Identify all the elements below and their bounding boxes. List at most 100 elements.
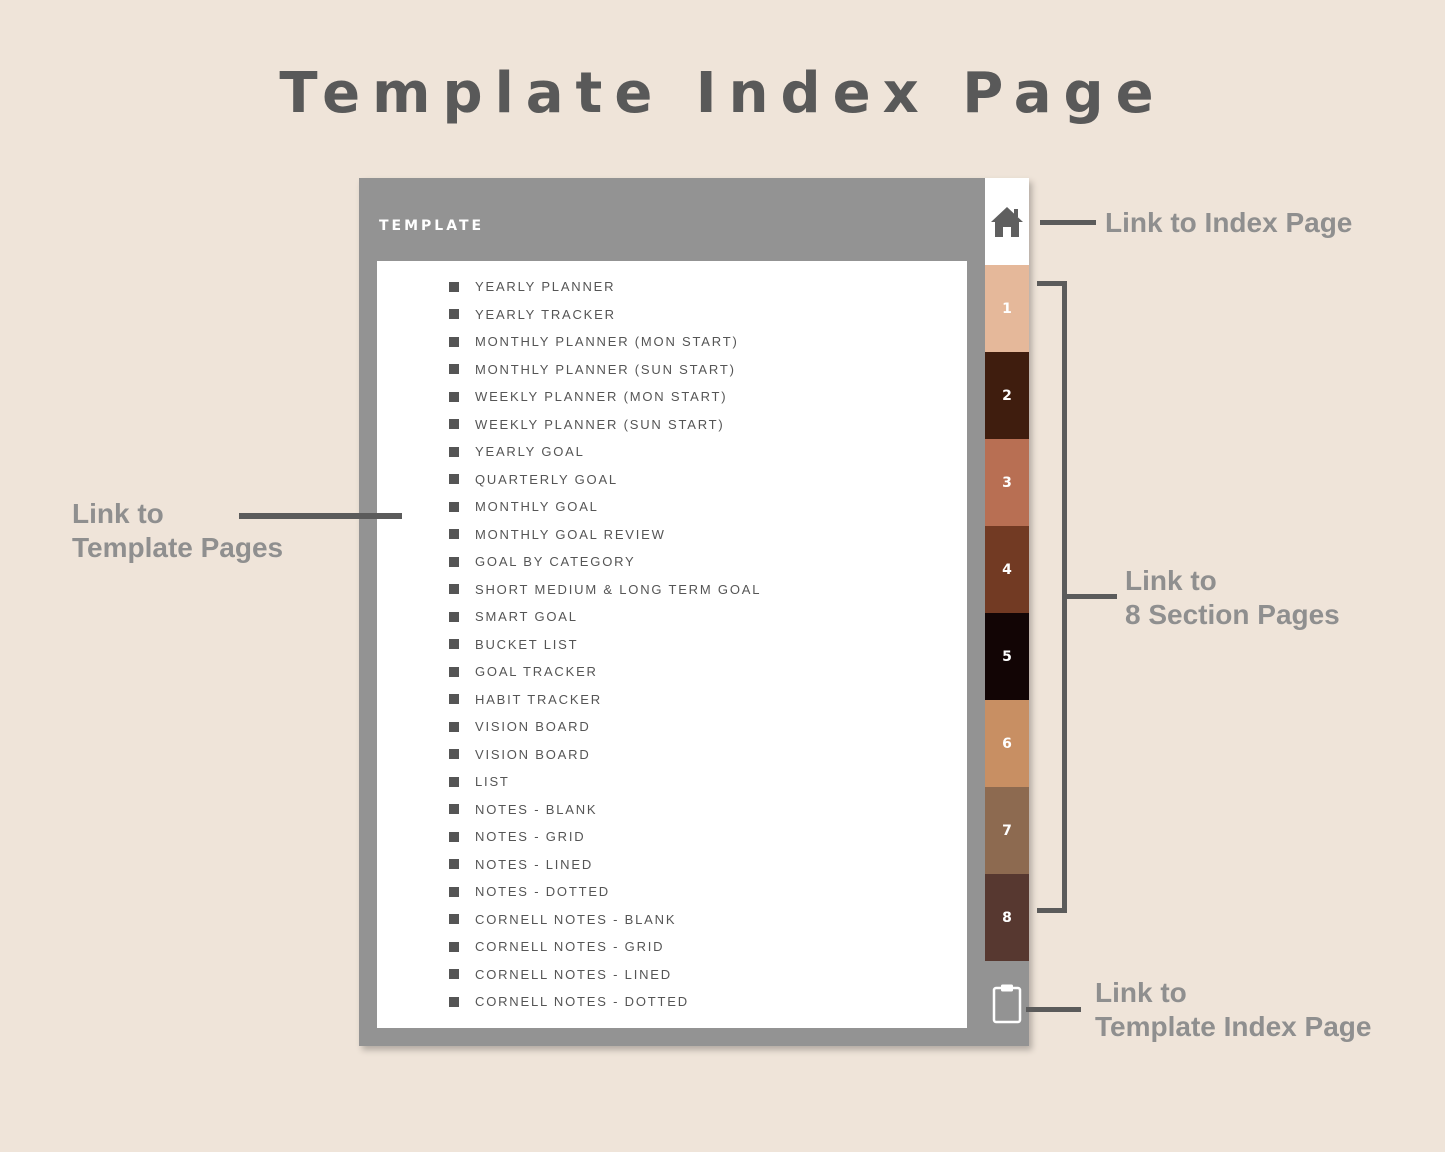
bullet-icon bbox=[449, 446, 459, 457]
panel-title: TEMPLATE bbox=[379, 218, 485, 234]
template-item-label: GOAL BY CATEGORY bbox=[475, 554, 636, 570]
home-tab[interactable] bbox=[985, 178, 1029, 265]
template-item[interactable]: CORNELL NOTES - BLANK bbox=[449, 906, 761, 934]
template-item-label: MONTHLY GOAL bbox=[475, 499, 599, 515]
template-item[interactable]: BUCKET LIST bbox=[449, 631, 761, 659]
template-item-label: CORNELL NOTES - GRID bbox=[475, 939, 665, 955]
template-pages-callout-line2: Template Pages bbox=[72, 532, 284, 563]
template-item-label: MONTHLY PLANNER (MON START) bbox=[475, 334, 739, 350]
bullet-icon bbox=[449, 831, 459, 842]
template-item-label: NOTES - DOTTED bbox=[475, 884, 610, 900]
template-item[interactable]: MONTHLY PLANNER (SUN START) bbox=[449, 356, 761, 384]
template-item[interactable]: NOTES - GRID bbox=[449, 823, 761, 851]
template-item-label: YEARLY PLANNER bbox=[475, 279, 616, 295]
bullet-icon bbox=[449, 501, 459, 512]
bullet-icon bbox=[449, 529, 459, 540]
template-item[interactable]: NOTES - LINED bbox=[449, 851, 761, 879]
template-item-label: MONTHLY GOAL REVIEW bbox=[475, 526, 666, 542]
bullet-icon bbox=[449, 694, 459, 705]
template-item[interactable]: HABIT TRACKER bbox=[449, 686, 761, 714]
bullet-icon bbox=[449, 666, 459, 677]
template-item-label: CORNELL NOTES - LINED bbox=[475, 966, 672, 982]
section-tab-label: 4 bbox=[1002, 561, 1012, 578]
template-item-label: HABIT TRACKER bbox=[475, 691, 602, 707]
bullet-icon bbox=[449, 749, 459, 760]
section-tab-5[interactable]: 5 bbox=[985, 613, 1029, 700]
section-tab-4[interactable]: 4 bbox=[985, 526, 1029, 613]
template-item[interactable]: MONTHLY GOAL bbox=[449, 493, 761, 521]
bullet-icon bbox=[449, 941, 459, 952]
template-item[interactable]: MONTHLY GOAL REVIEW bbox=[449, 521, 761, 549]
template-item-label: SMART GOAL bbox=[475, 609, 578, 625]
template-item-label: GOAL TRACKER bbox=[475, 664, 598, 680]
template-item[interactable]: YEARLY TRACKER bbox=[449, 301, 761, 329]
template-item[interactable]: MONTHLY PLANNER (MON START) bbox=[449, 328, 761, 356]
bullet-icon bbox=[449, 556, 459, 567]
template-item[interactable]: YEARLY GOAL bbox=[449, 438, 761, 466]
template-item[interactable]: NOTES - DOTTED bbox=[449, 878, 761, 906]
template-item-label: MONTHLY PLANNER (SUN START) bbox=[475, 361, 736, 377]
template-list-area: YEARLY PLANNER YEARLY TRACKER MONTHLY PLAN… bbox=[377, 261, 967, 1028]
template-item-label: WEEKLY PLANNER (MON START) bbox=[475, 389, 728, 405]
template-item[interactable]: NOTES - BLANK bbox=[449, 796, 761, 824]
template-index-callout-label: Link to Template Index Page bbox=[1095, 976, 1371, 1044]
template-item-label: YEARLY GOAL bbox=[475, 444, 585, 460]
section-tab-7[interactable]: 7 bbox=[985, 787, 1029, 874]
template-item[interactable]: WEEKLY PLANNER (SUN START) bbox=[449, 411, 761, 439]
page-heading: Template Index Page bbox=[279, 61, 1166, 126]
bullet-icon bbox=[449, 886, 459, 897]
template-item[interactable]: LIST bbox=[449, 768, 761, 796]
index-page-callout-line bbox=[1040, 220, 1096, 225]
template-item-label: CORNELL NOTES - BLANK bbox=[475, 911, 677, 927]
template-pages-callout-line bbox=[239, 513, 402, 519]
index-page-callout-line1: Link to Index Page bbox=[1105, 207, 1353, 238]
section-pages-callout-line2: 8 Section Pages bbox=[1125, 599, 1340, 630]
bullet-icon bbox=[449, 309, 459, 320]
bullet-icon bbox=[449, 336, 459, 347]
template-item[interactable]: SHORT MEDIUM & LONG TERM GOAL bbox=[449, 576, 761, 604]
template-index-callout-line1: Link to bbox=[1095, 977, 1187, 1008]
bullet-icon bbox=[449, 914, 459, 925]
template-item[interactable]: QUARTERLY GOAL bbox=[449, 466, 761, 494]
template-pages-callout-label: Link to Template Pages bbox=[72, 497, 283, 565]
template-index-callout-line bbox=[1026, 1007, 1081, 1012]
index-page-callout-label: Link to Index Page bbox=[1105, 206, 1352, 240]
bullet-icon bbox=[449, 584, 459, 595]
template-item-label: NOTES - BLANK bbox=[475, 801, 598, 817]
template-item[interactable]: GOAL TRACKER bbox=[449, 658, 761, 686]
template-item[interactable]: GOAL BY CATEGORY bbox=[449, 548, 761, 576]
bullet-icon bbox=[449, 611, 459, 622]
template-item-label: BUCKET LIST bbox=[475, 636, 579, 652]
template-item[interactable]: VISION BOARD bbox=[449, 741, 761, 769]
section-tab-1[interactable]: 1 bbox=[985, 265, 1029, 352]
section-tab-6[interactable]: 6 bbox=[985, 700, 1029, 787]
section-pages-callout-line1: Link to bbox=[1125, 565, 1217, 596]
bullet-icon bbox=[449, 639, 459, 650]
template-item[interactable]: WEEKLY PLANNER (MON START) bbox=[449, 383, 761, 411]
tab-column: 1 2 3 4 5 6 7 8 bbox=[985, 178, 1029, 1046]
bullet-icon bbox=[449, 996, 459, 1007]
template-item[interactable]: CORNELL NOTES - GRID bbox=[449, 933, 761, 961]
template-item-label: VISION BOARD bbox=[475, 746, 591, 762]
template-index-tab[interactable] bbox=[985, 961, 1029, 1046]
template-item[interactable]: YEARLY PLANNER bbox=[449, 273, 761, 301]
template-item[interactable]: CORNELL NOTES - DOTTED bbox=[449, 988, 761, 1016]
section-tab-2[interactable]: 2 bbox=[985, 352, 1029, 439]
section-bracket-pointer bbox=[1062, 594, 1117, 599]
template-item[interactable]: VISION BOARD bbox=[449, 713, 761, 741]
section-tab-8[interactable]: 8 bbox=[985, 874, 1029, 961]
template-item-label: CORNELL NOTES - DOTTED bbox=[475, 994, 689, 1010]
template-panel: TEMPLATE YEARLY PLANNER YEARLY TRACKER MON… bbox=[359, 178, 1029, 1046]
template-item-label: NOTES - LINED bbox=[475, 856, 594, 872]
template-item-label: LIST bbox=[475, 774, 510, 790]
template-item-label: QUARTERLY GOAL bbox=[475, 471, 618, 487]
section-tab-label: 2 bbox=[1002, 387, 1012, 404]
bullet-icon bbox=[449, 474, 459, 485]
template-item[interactable]: CORNELL NOTES - LINED bbox=[449, 961, 761, 989]
bullet-icon bbox=[449, 721, 459, 732]
template-item[interactable]: SMART GOAL bbox=[449, 603, 761, 631]
bullet-icon bbox=[449, 391, 459, 402]
template-item-label: YEARLY TRACKER bbox=[475, 306, 616, 322]
bullet-icon bbox=[449, 776, 459, 787]
section-tab-3[interactable]: 3 bbox=[985, 439, 1029, 526]
